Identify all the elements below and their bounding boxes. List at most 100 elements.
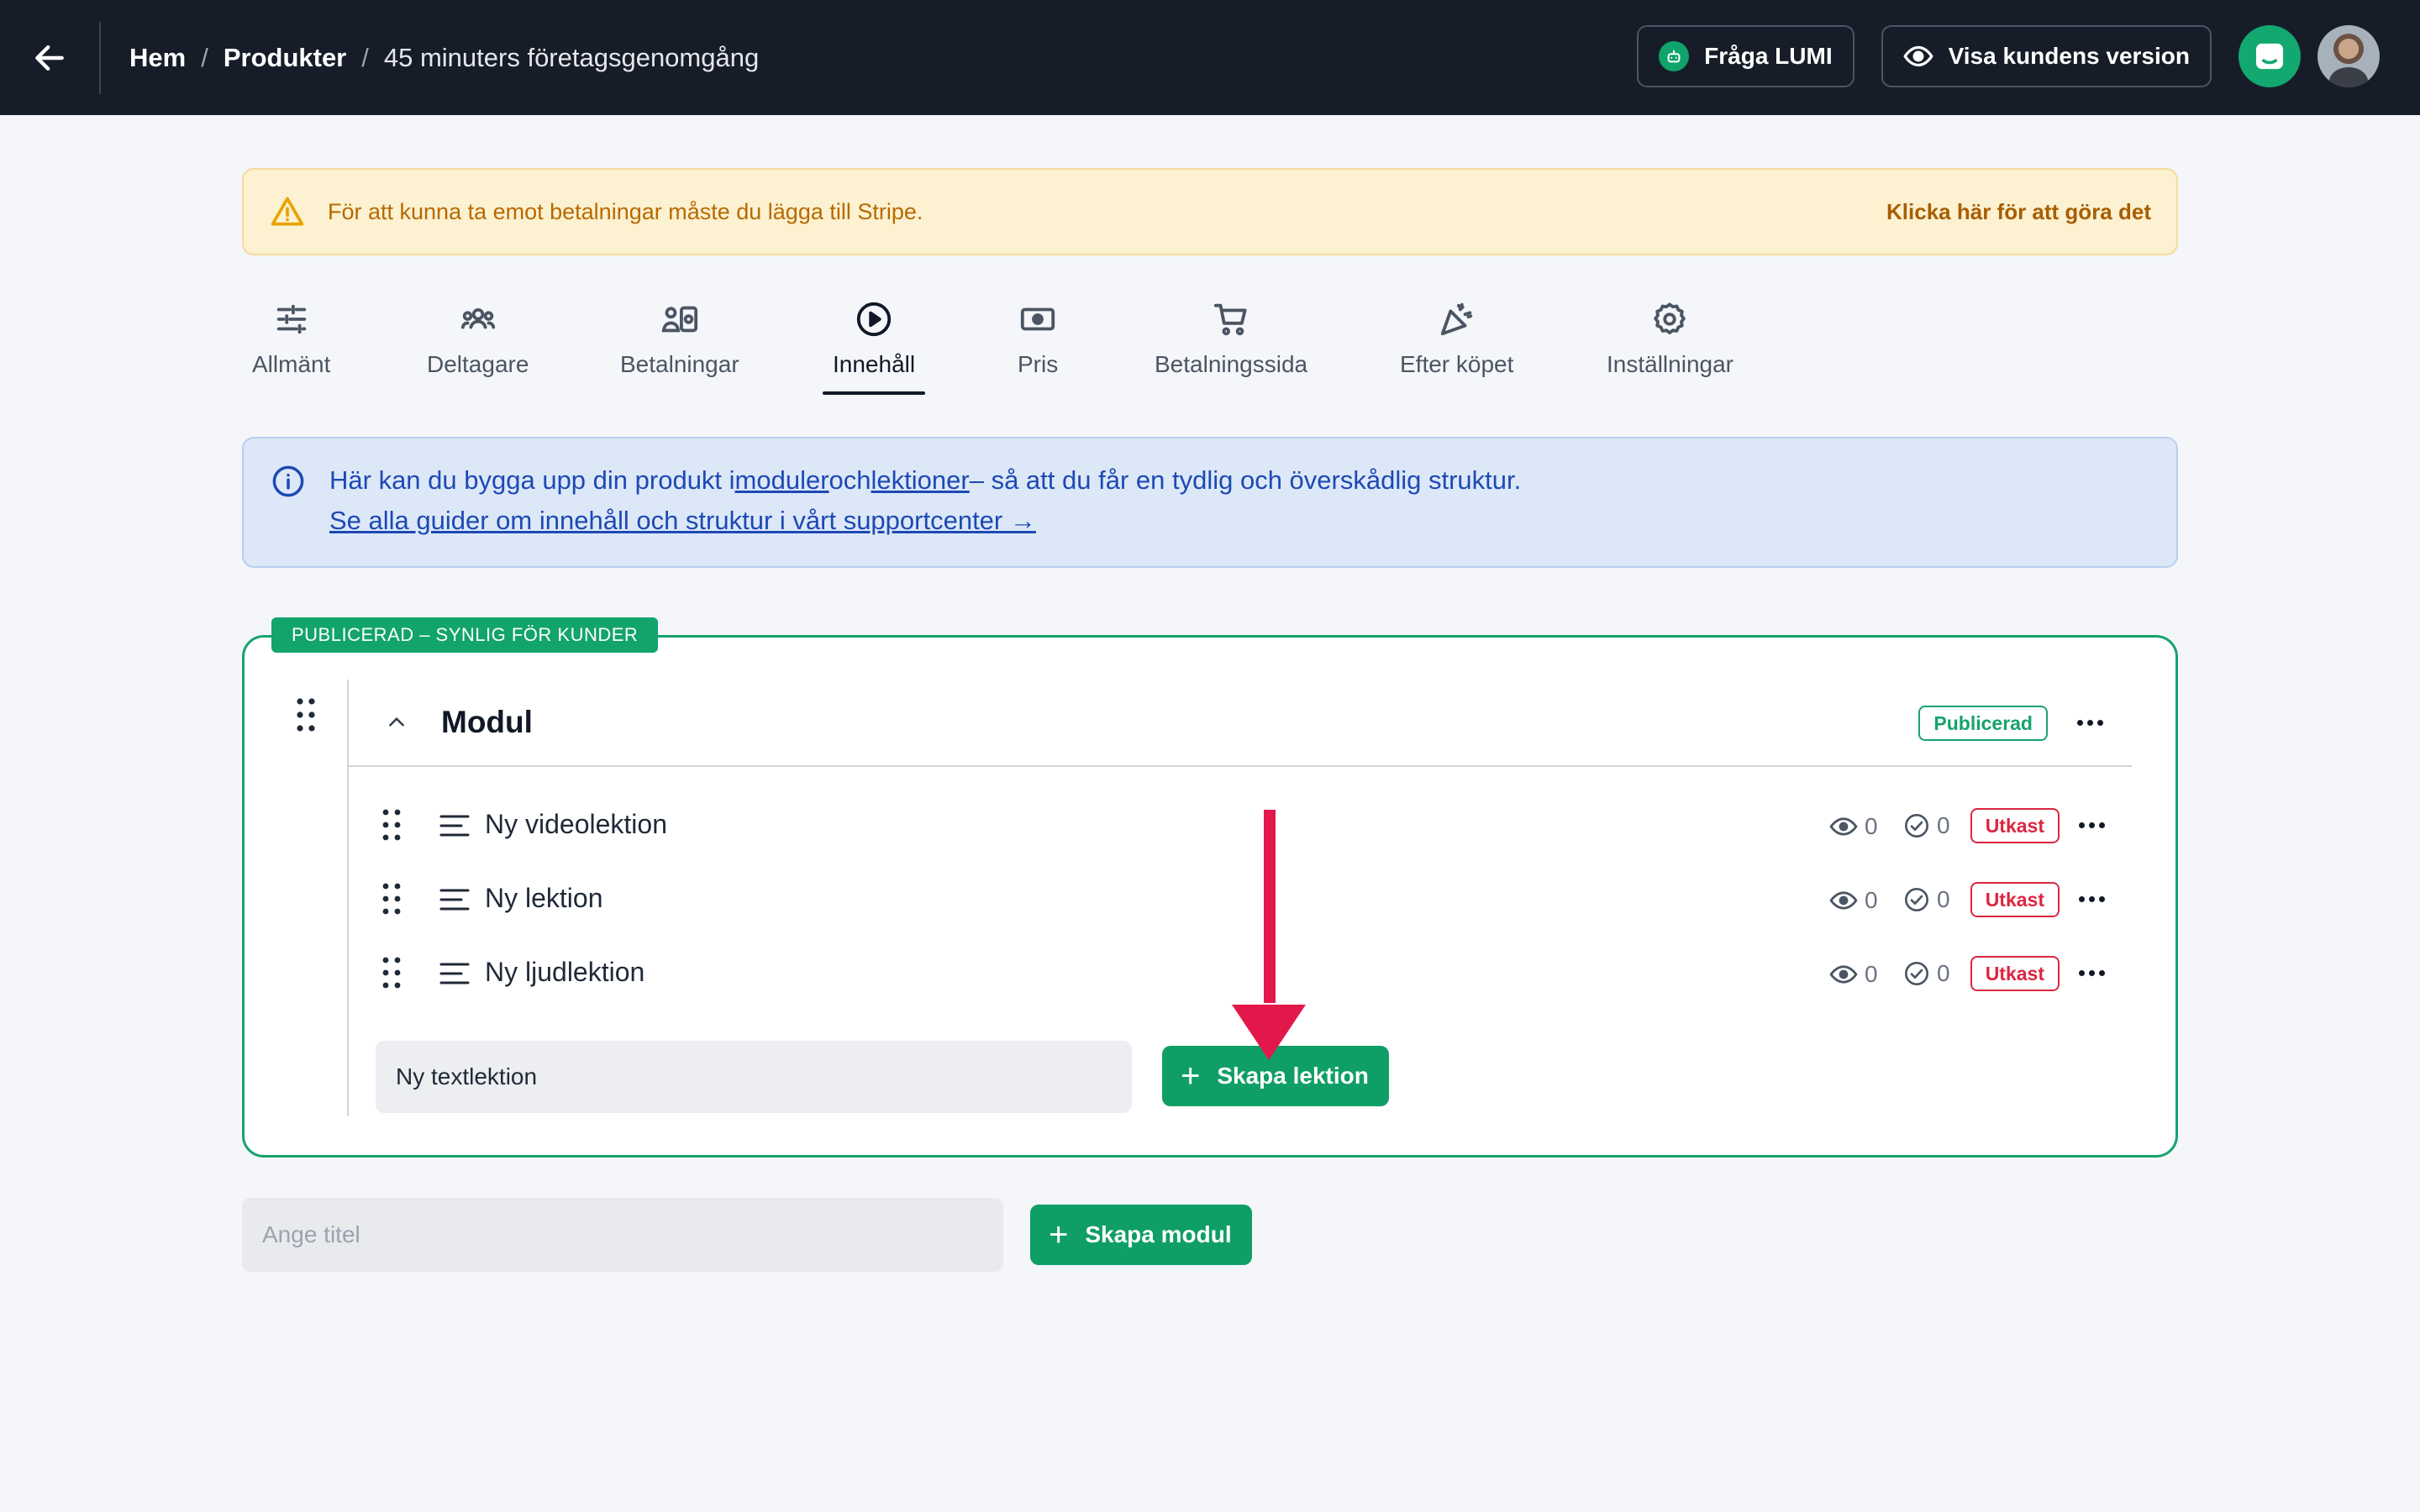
completed-stat: 0	[1903, 812, 1950, 839]
tab-label: Innehåll	[833, 351, 916, 377]
create-lesson-label: Skapa lektion	[1217, 1063, 1369, 1089]
lesson-status-badge: Utkast	[1970, 882, 2060, 917]
breadcrumb-current: 45 minuters företagsgenomgång	[383, 42, 760, 72]
eye-icon	[1902, 41, 1933, 71]
ask-lumi-button[interactable]: Fråga LUMI	[1637, 25, 1854, 87]
lesson-status-badge: Utkast	[1970, 956, 2060, 991]
breadcrumb: Hem / Produkter / 45 minuters företagsge…	[129, 43, 759, 73]
views-stat: 0	[1829, 960, 1878, 989]
drag-handle-icon[interactable]	[381, 807, 402, 843]
lesson-title[interactable]: Ny ljudlektion	[485, 957, 644, 988]
views-count: 0	[1865, 813, 1878, 839]
lesson-title[interactable]: Ny videolektion	[485, 809, 667, 840]
new-module-title-input[interactable]	[242, 1198, 1003, 1272]
text-lines-icon	[439, 815, 470, 837]
ask-lumi-label: Fråga LUMI	[1704, 43, 1833, 69]
views-count: 0	[1865, 961, 1878, 987]
user-avatar[interactable]	[2317, 25, 2380, 87]
tab-content[interactable]: Innehåll	[823, 294, 926, 395]
module-title[interactable]: Modul	[441, 705, 533, 740]
inbox-icon	[2256, 43, 2283, 70]
create-module-button[interactable]: + Skapa modul	[1030, 1205, 1252, 1265]
check-circle-icon	[1905, 888, 1928, 911]
warning-triangle-icon	[269, 193, 306, 230]
annotation-arrow-down-icon	[1232, 810, 1306, 1060]
views-stat: 0	[1829, 886, 1878, 915]
tab-payments[interactable]: Betalningar	[620, 294, 739, 378]
back-button[interactable]	[0, 21, 101, 94]
support-guides-link[interactable]: Se alla guider om innehåll och struktur …	[329, 501, 1036, 541]
modules-link[interactable]: moduler	[735, 465, 829, 495]
eye-icon	[1829, 965, 1858, 984]
eye-icon	[1829, 817, 1858, 836]
new-lesson-input[interactable]	[376, 1041, 1132, 1113]
robot-icon	[1659, 41, 1690, 71]
drag-handle-icon[interactable]	[293, 696, 318, 733]
published-tag: PUBLICERAD – SYNLIG FÖR KUNDER	[271, 617, 659, 653]
payments-icon	[660, 294, 699, 344]
lesson-more-button[interactable]	[2079, 896, 2105, 902]
module-header: Modul Publicerad	[349, 680, 2132, 767]
text-lines-icon	[439, 963, 470, 984]
check-circle-icon	[1905, 814, 1928, 837]
arrow-left-icon	[35, 45, 64, 71]
lesson-status-badge: Utkast	[1970, 808, 2060, 843]
lesson-title[interactable]: Ny lektion	[485, 883, 603, 914]
tab-label: Betalningar	[620, 351, 739, 377]
tab-label: Deltagare	[427, 351, 529, 377]
views-stat: 0	[1829, 812, 1878, 841]
play-circle-icon	[855, 294, 893, 344]
breadcrumb-separator: /	[361, 42, 369, 72]
sliders-icon	[272, 294, 311, 344]
cart-icon	[1212, 294, 1250, 344]
plus-icon: +	[1181, 1058, 1201, 1095]
lessons-link[interactable]: lektioner	[871, 465, 970, 495]
views-count: 0	[1865, 887, 1878, 913]
gear-icon	[1650, 294, 1689, 344]
active-tab-indicator	[823, 391, 926, 395]
completed-count: 0	[1937, 960, 1950, 986]
tab-after-purchase[interactable]: Efter köpet	[1400, 294, 1513, 378]
add-stripe-link[interactable]: Klicka här för att göra det	[1886, 199, 2151, 225]
lesson-more-button[interactable]	[2079, 970, 2105, 976]
inbox-button[interactable]	[2238, 25, 2301, 87]
customer-view-label: Visa kundens version	[1948, 43, 2190, 69]
drag-handle-icon[interactable]	[381, 955, 402, 990]
tab-label: Inställningar	[1607, 351, 1733, 377]
module-card: PUBLICERAD – SYNLIG FÖR KUNDER Modul Pub…	[242, 617, 2178, 1158]
module-more-button[interactable]	[2077, 720, 2103, 726]
completed-stat: 0	[1903, 960, 1950, 987]
chevron-up-icon[interactable]	[386, 711, 408, 733]
breadcrumb-separator: /	[201, 42, 208, 72]
info-text-after: – så att du får en tydlig och överskådli…	[969, 465, 1522, 495]
tab-settings[interactable]: Inställningar	[1607, 294, 1733, 378]
header-actions: Fråga LUMI Visa kundens version	[1637, 25, 2380, 87]
breadcrumb-home[interactable]: Hem	[129, 43, 186, 73]
banknote-icon	[1018, 294, 1057, 344]
module-status-badge: Publicerad	[1918, 706, 2048, 741]
info-text-before: Här kan du bygga upp din produkt i	[329, 465, 735, 495]
drag-handle-icon[interactable]	[381, 881, 402, 916]
party-popper-icon	[1438, 294, 1476, 344]
tab-participants[interactable]: Deltagare	[427, 294, 529, 378]
lesson-more-button[interactable]	[2079, 822, 2105, 828]
info-text-and: och	[829, 465, 871, 495]
tab-price[interactable]: Pris	[1018, 294, 1058, 378]
check-circle-icon	[1905, 962, 1928, 985]
info-text: Här kan du bygga upp din produkt imodule…	[329, 460, 2151, 501]
tab-general[interactable]: Allmänt	[252, 294, 330, 378]
top-bar: Hem / Produkter / 45 minuters företagsge…	[0, 0, 2420, 115]
breadcrumb-products[interactable]: Produkter	[224, 43, 346, 73]
completed-stat: 0	[1903, 886, 1950, 913]
warning-message: För att kunna ta emot betalningar måste …	[328, 198, 923, 224]
tab-label: Allmänt	[252, 351, 331, 377]
tab-checkout-page[interactable]: Betalningssida	[1155, 294, 1307, 378]
tab-label: Efter köpet	[1400, 351, 1514, 377]
tab-label: Betalningssida	[1155, 351, 1308, 377]
tab-label: Pris	[1018, 351, 1059, 377]
stripe-warning-banner: För att kunna ta emot betalningar måste …	[242, 168, 2178, 255]
create-module-label: Skapa modul	[1085, 1221, 1232, 1247]
customer-view-button[interactable]: Visa kundens version	[1881, 25, 2212, 87]
content-info-box: Här kan du bygga upp din produkt imodule…	[242, 437, 2178, 568]
users-icon	[459, 294, 497, 344]
